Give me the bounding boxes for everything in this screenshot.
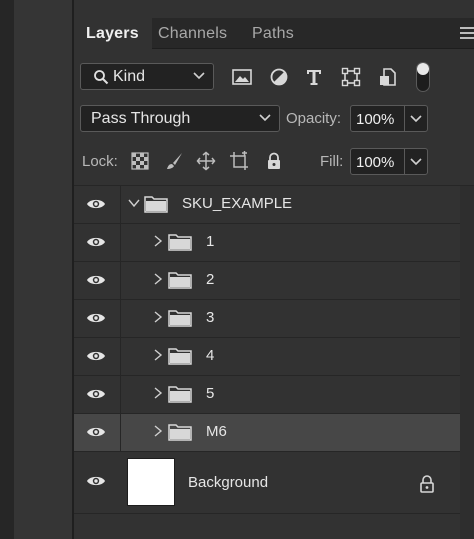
kind-label: Kind <box>113 68 146 85</box>
layer-name: 1 <box>206 233 215 250</box>
layer-row[interactable]: 1 <box>74 224 460 262</box>
fill-value: 100% <box>356 154 395 171</box>
chevron-right-icon[interactable] <box>152 349 164 361</box>
visibility-column-divider <box>120 224 121 261</box>
chevron-down-icon <box>259 114 271 122</box>
opacity-dropdown-button[interactable] <box>404 106 427 131</box>
blend-mode-select[interactable]: Pass Through <box>80 105 280 132</box>
background-layer-name: Background <box>188 474 269 491</box>
layers-scrollbar[interactable] <box>460 186 474 539</box>
layer-row[interactable]: 2 <box>74 262 460 300</box>
chevron-down-icon <box>410 115 422 123</box>
layer-filter-kind-select[interactable]: Kind <box>80 63 214 90</box>
collapsed-panel-dock <box>14 0 72 539</box>
chevron-right-icon[interactable] <box>152 387 164 399</box>
filter-toggle-switch[interactable] <box>416 62 430 92</box>
chevron-down-icon[interactable] <box>128 197 140 209</box>
visibility-column-divider <box>120 414 121 451</box>
fill-label: Fill: <box>320 153 344 170</box>
visibility-column-divider <box>120 262 121 299</box>
layer-name: 5 <box>206 385 215 402</box>
folder-icon <box>168 234 192 251</box>
eye-icon[interactable] <box>86 311 106 325</box>
chevron-right-icon[interactable] <box>152 235 164 247</box>
fill-dropdown-button[interactable] <box>404 149 427 174</box>
layer-row[interactable]: 5 <box>74 376 460 414</box>
layer-row[interactable]: SKU_EXAMPLE <box>74 186 460 224</box>
eye-icon[interactable] <box>86 387 106 401</box>
eye-icon[interactable] <box>86 197 106 211</box>
layer-name: M6 <box>206 423 227 440</box>
folder-icon <box>168 348 192 365</box>
visibility-column-divider <box>120 338 121 375</box>
visibility-column-divider <box>120 300 121 337</box>
lock-image-pixels-icon[interactable] <box>164 151 184 171</box>
layers-panel: Layers Channels Paths Kind Pass Through … <box>74 0 474 539</box>
lock-transparent-pixels-icon[interactable] <box>130 151 150 171</box>
chevron-right-icon[interactable] <box>152 425 164 437</box>
tab-paths[interactable]: Paths <box>252 18 294 49</box>
blend-mode-value: Pass Through <box>91 110 191 127</box>
eye-icon[interactable] <box>86 273 106 287</box>
folder-icon <box>168 424 192 441</box>
layer-row[interactable]: 3 <box>74 300 460 338</box>
chevron-right-icon[interactable] <box>152 311 164 323</box>
folder-icon <box>144 196 168 213</box>
lock-position-icon[interactable] <box>196 151 216 171</box>
search-icon <box>94 70 109 85</box>
opacity-label: Opacity: <box>286 110 342 127</box>
chevron-down-icon <box>193 72 205 80</box>
visibility-column-divider <box>120 376 121 413</box>
image-filter-icon[interactable] <box>231 66 253 88</box>
folder-icon <box>168 310 192 327</box>
background-layer-row[interactable]: Background <box>74 452 460 514</box>
layer-row[interactable]: M6 <box>74 414 460 452</box>
type-filter-icon[interactable] <box>303 66 325 88</box>
smart-object-filter-icon[interactable] <box>377 66 399 88</box>
layer-name: 3 <box>206 309 215 326</box>
tab-channels[interactable]: Channels <box>158 18 227 49</box>
chevron-right-icon[interactable] <box>152 273 164 285</box>
lock-all-icon[interactable] <box>264 151 284 171</box>
layer-name: 4 <box>206 347 215 364</box>
folder-icon <box>168 386 192 403</box>
eye-icon[interactable] <box>86 474 106 488</box>
shape-filter-icon[interactable] <box>340 66 362 88</box>
folder-icon <box>168 272 192 289</box>
background-layer-thumbnail <box>127 458 175 506</box>
eye-icon[interactable] <box>86 235 106 249</box>
layer-row[interactable]: 4 <box>74 338 460 376</box>
lock-icon[interactable] <box>418 474 436 494</box>
panel-menu-icon[interactable] <box>460 27 474 39</box>
opacity-field[interactable]: 100% <box>350 105 428 132</box>
chevron-down-icon <box>410 158 422 166</box>
layer-name: SKU_EXAMPLE <box>182 195 293 212</box>
layer-name: 2 <box>206 271 215 288</box>
opacity-value: 100% <box>356 111 395 128</box>
canvas-edge <box>0 0 14 539</box>
tab-layers[interactable]: Layers <box>74 18 152 49</box>
visibility-column-divider <box>120 186 121 223</box>
fill-field[interactable]: 100% <box>350 148 428 175</box>
eye-icon[interactable] <box>86 425 106 439</box>
lock-artboard-icon[interactable] <box>229 151 249 171</box>
eye-icon[interactable] <box>86 349 106 363</box>
adjustment-filter-icon[interactable] <box>268 66 290 88</box>
lock-label: Lock: <box>82 153 118 170</box>
